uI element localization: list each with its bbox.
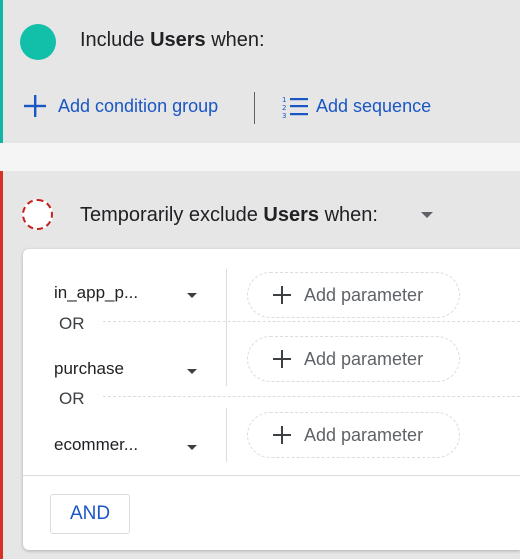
condition-row: in_app_p... Add parameter [23, 259, 520, 335]
row-divider [226, 332, 227, 386]
condition-card: in_app_p... Add parameter OR purchase Ad… [23, 249, 520, 550]
include-status-dot-icon [20, 24, 56, 60]
add-parameter-label: Add parameter [304, 348, 424, 369]
numbered-list-icon: 1 2 3 [282, 96, 308, 118]
add-sequence-label: Add sequence [316, 95, 432, 116]
include-suffix: when: [205, 29, 265, 51]
svg-text:3: 3 [282, 112, 286, 118]
plus-icon [24, 95, 46, 117]
event-select[interactable]: purchase [54, 359, 124, 379]
plus-icon [273, 286, 291, 304]
caret-down-icon[interactable] [187, 445, 197, 450]
add-parameter-label: Add parameter [304, 424, 424, 445]
event-select[interactable]: ecommer... [54, 435, 138, 455]
event-select[interactable]: in_app_p... [54, 283, 138, 303]
add-sequence-button[interactable]: 1 2 3 Add sequence [282, 92, 431, 120]
condition-row: purchase Add parameter [23, 332, 520, 391]
include-prefix: Include [80, 29, 151, 51]
action-divider [254, 92, 255, 124]
caret-down-icon[interactable] [187, 293, 197, 298]
and-button[interactable]: AND [50, 494, 130, 534]
row-divider [226, 269, 227, 335]
svg-text:2: 2 [282, 104, 286, 112]
row-divider [226, 408, 227, 462]
plus-icon [273, 350, 291, 368]
add-condition-group-label: Add condition group [58, 95, 219, 116]
svg-text:1: 1 [282, 96, 286, 104]
exclude-mode-caret-down-icon[interactable] [421, 212, 433, 218]
add-parameter-button[interactable]: Add parameter [247, 272, 460, 318]
or-label: OR [59, 389, 85, 408]
add-parameter-label: Add parameter [304, 284, 424, 305]
or-label: OR [59, 314, 85, 333]
plus-icon [273, 426, 291, 444]
include-condition-section [0, 0, 520, 143]
exclude-status-dashed-circle-icon [22, 199, 53, 230]
or-separator-line [103, 321, 520, 322]
include-subject: Users [150, 29, 206, 51]
or-separator-line [103, 396, 520, 397]
add-parameter-button[interactable]: Add parameter [247, 412, 460, 458]
caret-down-icon[interactable] [187, 369, 197, 374]
card-divider [23, 475, 520, 476]
exclude-prefix: Temporarily exclude [80, 204, 264, 226]
add-condition-group-button[interactable]: Add condition group [22, 92, 218, 120]
exclude-suffix: when: [319, 204, 378, 226]
exclude-subject: Users [263, 204, 320, 226]
add-parameter-button[interactable]: Add parameter [247, 336, 460, 382]
section-gap [0, 143, 520, 171]
exclude-header: Temporarily exclude Users when: [80, 204, 378, 227]
include-header: Include Users when: [80, 29, 265, 52]
condition-row: ecommer... Add parameter [23, 408, 520, 467]
